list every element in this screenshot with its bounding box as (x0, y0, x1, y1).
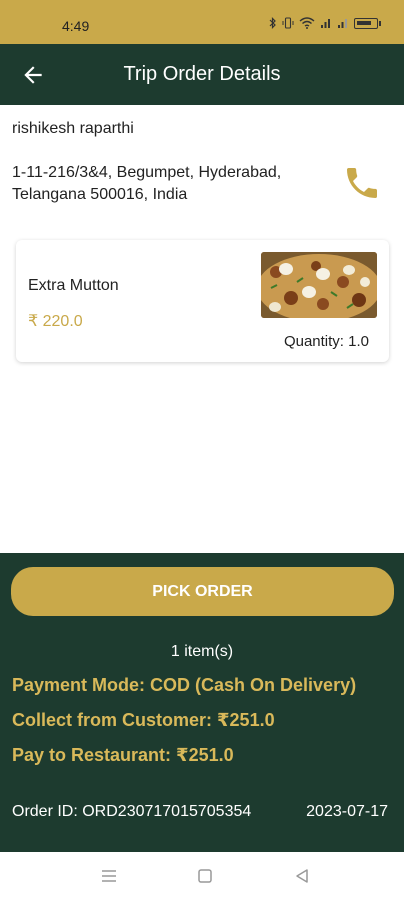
phone-icon[interactable] (342, 163, 382, 203)
item-name: Extra Mutton (28, 277, 119, 294)
payment-mode: Payment Mode: COD (Cash On Delivery) (12, 675, 357, 695)
menu-icon[interactable] (99, 866, 119, 886)
signal-icon (338, 19, 347, 28)
item-quantity: Quantity: 1.0 (283, 333, 369, 350)
wifi-icon (299, 17, 315, 29)
order-summary-panel: PICK ORDER 1 item(s) Payment Mode: COD (… (0, 553, 404, 852)
item-count: 1 item(s) (170, 643, 234, 660)
order-date: 2023-07-17 (306, 803, 388, 820)
page-title: Trip Order Details (123, 63, 281, 85)
status-time: 4:49 (62, 18, 90, 34)
triangle-back-icon[interactable] (292, 866, 312, 886)
item-price: ₹ 220.0 (28, 313, 83, 330)
square-home-icon[interactable] (195, 866, 215, 886)
system-nav-bar (0, 852, 404, 900)
pick-order-button[interactable]: PICK ORDER (11, 567, 394, 616)
customer-name: rishikesh raparthi (12, 120, 134, 137)
vibrate-icon (282, 17, 294, 29)
battery-level (357, 20, 371, 25)
status-bar: 4:49 (0, 0, 404, 44)
order-id: Order ID: ORD230717015705354 (12, 803, 252, 820)
order-item-card: Extra Mutton ₹ 220.0 Quantity: 1.0 (16, 240, 389, 362)
status-icons (269, 17, 381, 29)
customer-address: 1-11-216/3&4, Begumpet, Hyderabad, Telan… (12, 164, 282, 203)
biryani-photo (261, 252, 377, 318)
pay-restaurant-amount: Pay to Restaurant: ₹251.0 (12, 745, 234, 765)
collect-amount: Collect from Customer: ₹251.0 (12, 710, 275, 730)
bluetooth-icon (269, 17, 276, 29)
battery-icon (354, 17, 381, 29)
signal-icon (321, 19, 330, 28)
back-arrow-icon[interactable] (20, 62, 46, 88)
app-bar: Trip Order Details (0, 44, 404, 105)
item-image (261, 252, 377, 318)
